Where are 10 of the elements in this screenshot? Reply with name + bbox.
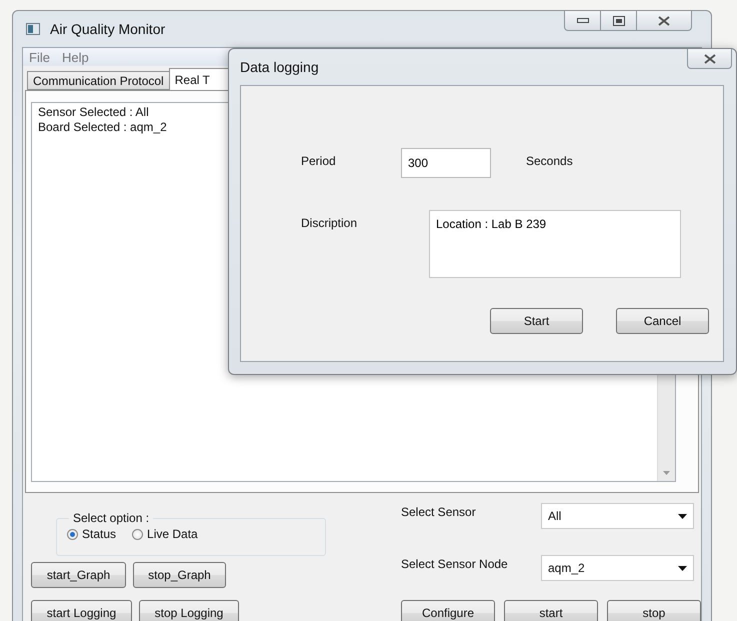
dialog-title: Data logging	[240, 59, 319, 75]
field-label: Select Sensor Node	[401, 557, 509, 571]
window-title: Air Quality Monitor	[50, 21, 166, 37]
field-label: Discription	[301, 215, 358, 230]
group-title: Select option :	[72, 511, 150, 525]
field-label: Period	[301, 153, 337, 168]
unit-label: Seconds	[526, 153, 574, 168]
log-line: Board Selected : aqm_2	[38, 120, 168, 135]
log-line: Sensor Selected : All	[38, 105, 150, 120]
field-label: Select Sensor	[401, 505, 477, 519]
